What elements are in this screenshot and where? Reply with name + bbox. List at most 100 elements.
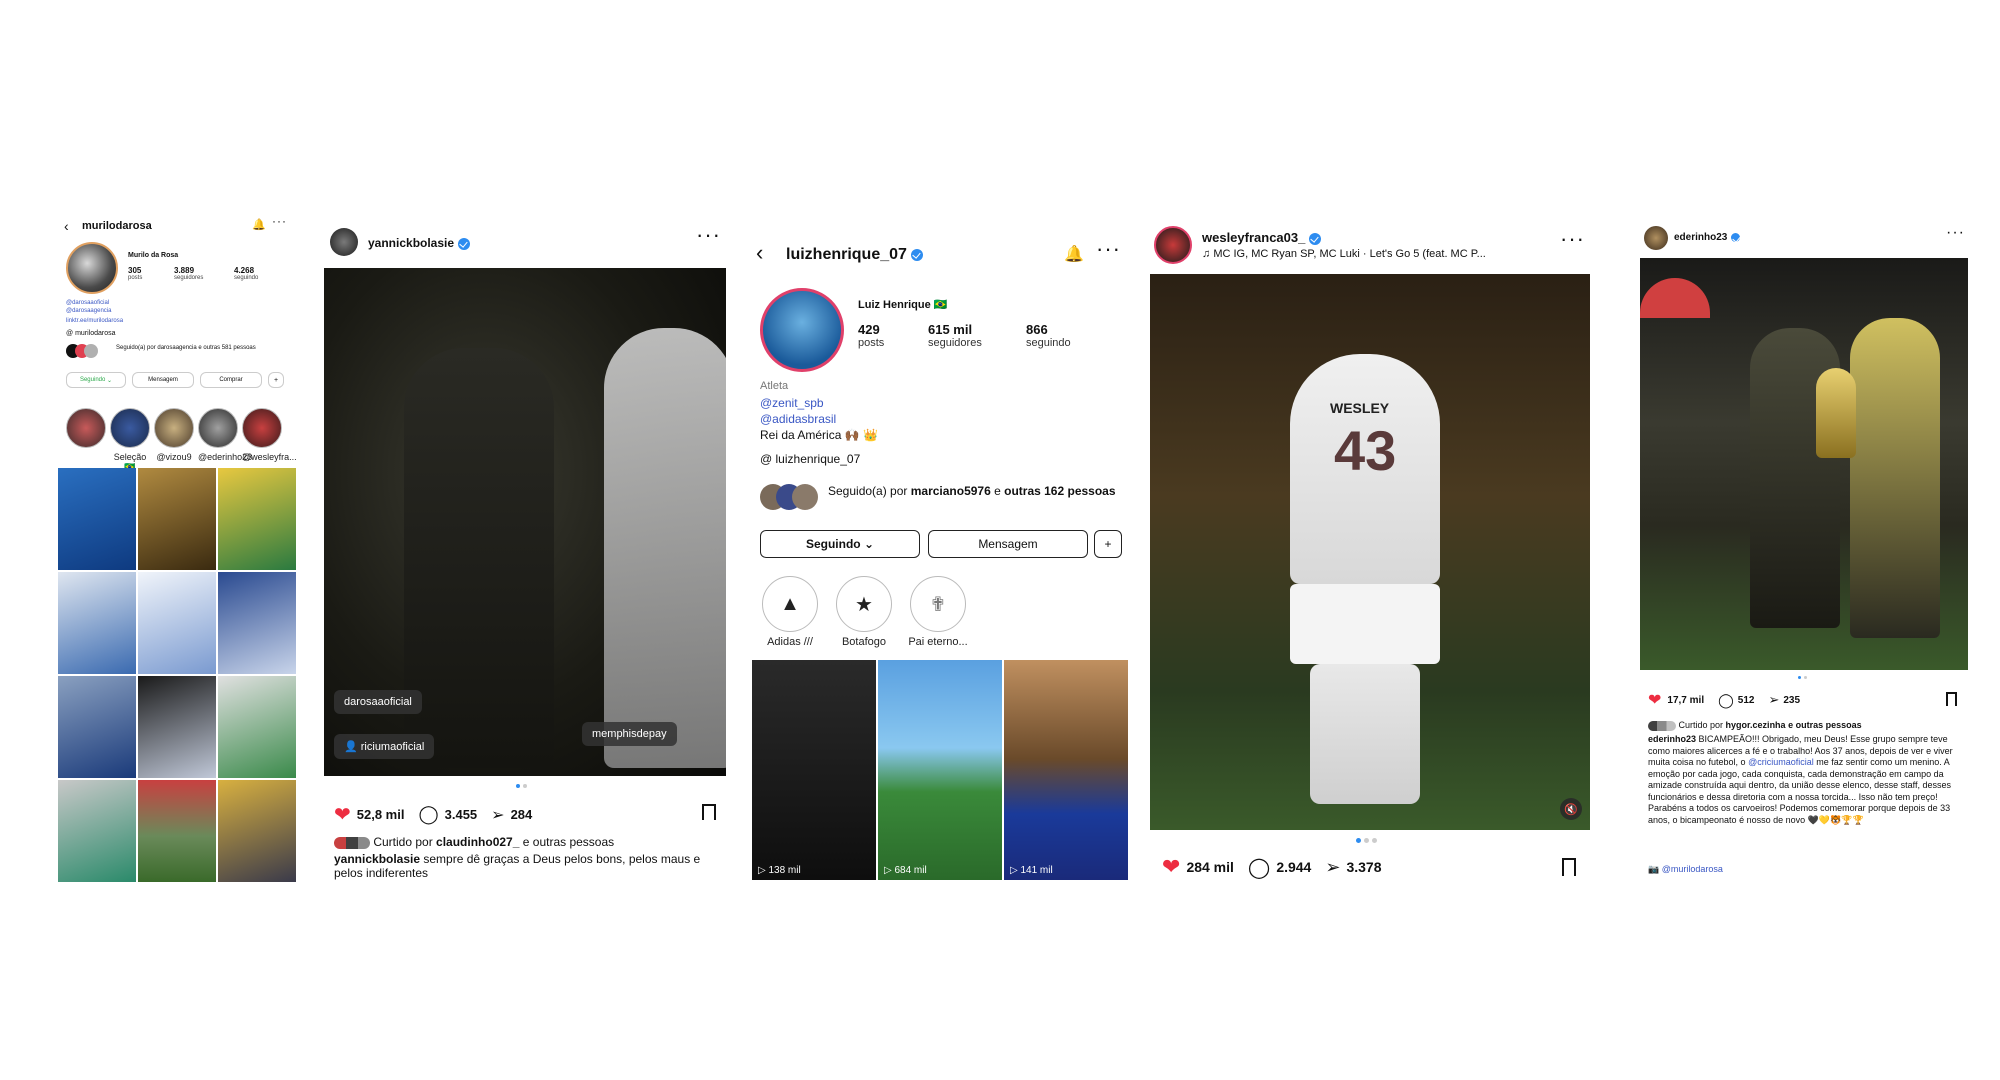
bell-icon[interactable]: 🔔 [252,218,266,231]
comment-icon[interactable]: ◯ [418,804,438,825]
grid-post-5[interactable] [138,572,216,674]
grid-post-1[interactable]: ▷ 138 mil [752,660,876,880]
share-icon[interactable]: ➢ [1768,692,1779,708]
add-user-button[interactable]: + [268,372,284,388]
liked-by[interactable]: Curtido por hygor.cezinha e outras pesso… [1648,720,1968,731]
views-count: ▷ 138 mil [758,865,801,876]
bio-link-2[interactable]: @darosaagencia [66,308,111,314]
comment-icon[interactable]: ◯ [1718,692,1734,709]
following-count: 866 [1026,322,1048,337]
avatar[interactable] [66,242,118,294]
stat-following[interactable]: 4.268 seguindo [234,266,258,281]
grid-post-2[interactable] [138,468,216,570]
highlight-pai-eterno[interactable]: ✟ Pai eterno... [908,576,968,648]
avatar[interactable] [1644,226,1668,250]
buy-button[interactable]: Comprar [200,372,262,388]
message-button[interactable]: Mensagem [928,530,1088,558]
bookmark-icon[interactable] [1946,692,1957,706]
grid-post-1[interactable] [58,468,136,570]
like-icon[interactable]: ❤ [1162,854,1180,880]
post-image[interactable] [1640,258,1968,670]
tag-memphisdepay[interactable]: memphisdepay [582,722,677,746]
stat-posts[interactable]: 305 posts [128,266,142,281]
stat-followers[interactable]: 3.889 seguidores [174,266,203,281]
more-options-icon[interactable]: ··· [1946,225,1965,241]
stat-following[interactable]: 866 seguindo [1026,322,1071,349]
post-image[interactable]: WESLEY 43 🔇 [1150,274,1590,830]
story-highlight-3[interactable]: @vizou9 [154,408,194,462]
grid-post-4[interactable] [58,572,136,674]
grid-post-8[interactable] [138,676,216,778]
grid-post-7[interactable] [58,676,136,778]
grid-post-3[interactable] [218,468,296,570]
add-user-button[interactable]: + [1094,530,1122,558]
following-button[interactable]: Seguindo ⌄ [66,372,126,388]
buy-button-label: Comprar [219,377,243,383]
tag-darosaaoficial[interactable]: darosaaoficial [334,690,422,714]
followed-by-text[interactable]: Seguido(a) por darosaagencia e outras 58… [116,344,276,352]
jersey-number: 43 [1334,419,1397,482]
story-highlight-5[interactable]: @wesleyfra... [242,408,297,462]
grid-post-10[interactable] [58,780,136,882]
avatar[interactable] [330,228,358,256]
following-button[interactable]: Seguindo ⌄ [760,530,920,558]
likes-count: 17,7 mil [1667,694,1705,706]
grid-post-9[interactable] [218,676,296,778]
following-button-label: Seguindo [805,537,861,551]
grid-post-12[interactable] [218,780,296,882]
post-username[interactable]: yannickbolasie [368,236,471,250]
back-arrow-icon[interactable]: ‹ [756,240,763,266]
comments-count: 3.455 [444,807,478,822]
avatar[interactable] [1154,226,1192,264]
more-options-icon[interactable]: ··· [1560,228,1585,250]
mute-icon[interactable]: 🔇 [1560,798,1582,820]
carousel-dots [1798,676,1814,680]
bio-link-1[interactable]: @zenit_spb [760,396,824,410]
following-count: 4.268 [234,266,255,275]
message-button[interactable]: Mensagem [132,372,194,388]
followers-count: 3.889 [174,266,195,275]
stat-followers[interactable]: 615 mil seguidores [928,322,982,349]
threads-badge[interactable]: @ murilodarosa [66,330,116,337]
bio-link-3[interactable]: linktr.ee/murilodarosa [66,318,123,324]
bell-icon[interactable]: 🔔 [1064,244,1084,264]
bio-link-2[interactable]: @adidasbrasil [760,412,836,426]
display-name: Luiz Henrique 🇧🇷 [858,299,948,311]
grid-post-3[interactable]: ▷ 141 mil [1004,660,1128,880]
stat-posts[interactable]: 429 posts [858,322,884,349]
grid-post-2[interactable]: ▷ 684 mil [878,660,1002,880]
post-username[interactable]: wesleyfranca03_ [1202,230,1322,245]
more-options-icon[interactable]: ··· [1096,238,1121,260]
more-options-icon[interactable]: ··· [272,215,287,227]
grid-post-11[interactable] [138,780,216,882]
share-icon[interactable]: ➢ [1325,857,1340,878]
post-panel-ederinho23: ederinho23 ··· ❤ 17,7 mil ◯ 512 ➢ 235 Cu… [1640,224,1976,884]
liked-by[interactable]: Curtido por claudinho027_ e outras pesso… [334,836,714,849]
post-username[interactable]: ederinho23 [1674,232,1741,243]
threads-badge[interactable]: @ luizhenrique_07 [760,452,860,466]
avatar[interactable] [760,288,844,372]
posts-label: posts [128,275,143,281]
story-highlight-2[interactable]: Seleção🇧🇷 [110,408,150,473]
like-icon[interactable]: ❤ [334,802,351,827]
share-icon[interactable]: ➢ [491,805,504,825]
comment-icon[interactable]: ◯ [1248,855,1270,880]
like-icon[interactable]: ❤ [1648,690,1661,710]
highlight-botafogo[interactable]: ★ Botafogo [834,576,894,648]
tagged-user[interactable]: 📷 @murilodarosa [1648,864,1723,875]
post-caption: yannickbolasie sempre dê graças a Deus p… [334,852,701,880]
more-options-icon[interactable]: ··· [696,224,721,246]
post-image[interactable]: darosaaoficial 👤 riciumaoficial memphisd… [324,268,726,776]
bio-link-1[interactable]: @darosaaoficial [66,300,109,306]
music-label[interactable]: ♫ MC IG, MC Ryan SP, MC Luki · Let's Go … [1202,248,1486,260]
tag-riciumaoficial[interactable]: 👤 riciumaoficial [334,734,435,759]
highlight-adidas[interactable]: ▲ Adidas /// [760,576,820,648]
grid-post-6[interactable] [218,572,296,674]
story-highlight-1[interactable] [66,408,106,452]
bookmark-icon[interactable] [1562,858,1576,876]
followed-by-text[interactable]: Seguido(a) por marciano5976 e outras 162… [828,484,1118,499]
bookmark-icon[interactable] [702,804,716,820]
likes-count: 284 mil [1186,859,1234,875]
story-highlight-4[interactable]: @ederinho23 [198,408,252,462]
back-arrow-icon[interactable]: ‹ [64,218,69,234]
